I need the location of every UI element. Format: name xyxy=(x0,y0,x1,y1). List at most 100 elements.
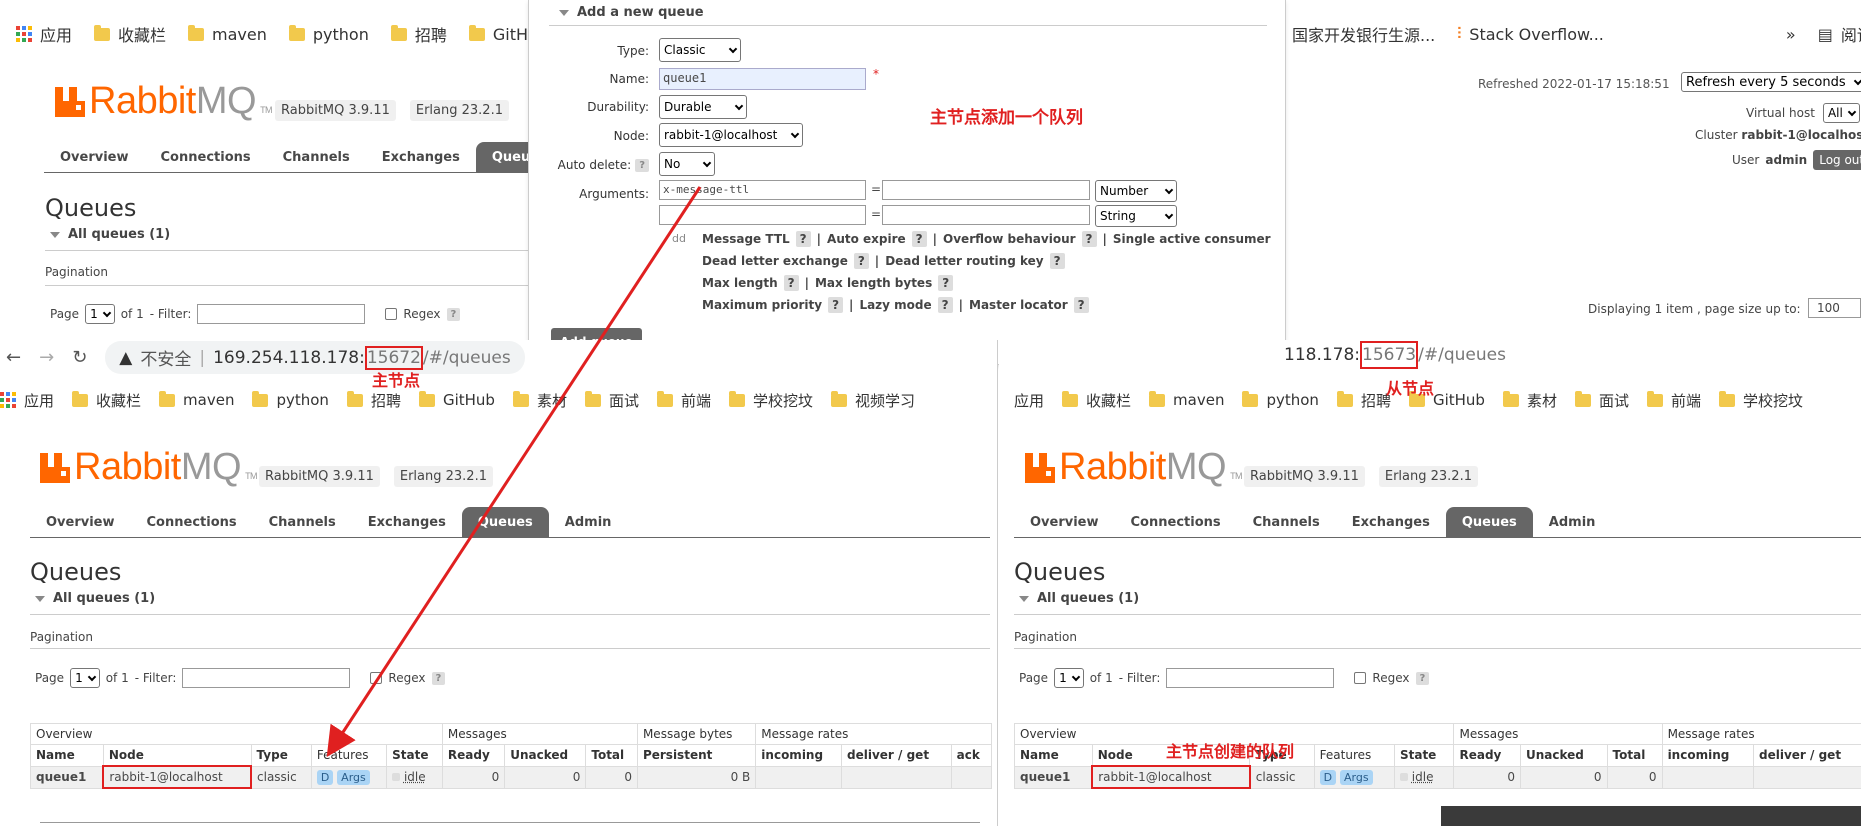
bookmark-apps[interactable]: 应用 xyxy=(0,390,54,411)
tab-overview[interactable]: Overview xyxy=(30,507,131,537)
filter-input[interactable] xyxy=(197,304,366,324)
regex-help-icon[interactable]: ? xyxy=(446,307,461,321)
col-deliver-get[interactable]: deliver / get xyxy=(841,744,952,767)
forward-icon[interactable]: → xyxy=(39,347,54,368)
argument-key-input-1[interactable]: x-message-ttl xyxy=(659,180,866,200)
option-master-locator[interactable]: Master locator xyxy=(969,298,1068,312)
bookmark-maven[interactable]: maven xyxy=(188,24,267,44)
tab-queues[interactable]: Queues xyxy=(461,507,549,537)
node-select[interactable]: rabbit-1@localhost xyxy=(659,123,803,147)
help-icon[interactable]: ? xyxy=(1073,297,1089,313)
regex-help-icon[interactable]: ? xyxy=(1415,671,1430,685)
tab-connections[interactable]: Connections xyxy=(1115,507,1237,537)
argument-type-select-2[interactable]: String xyxy=(1095,205,1177,227)
auto-delete-help-icon[interactable]: ? xyxy=(635,158,649,172)
type-select[interactable]: Classic xyxy=(659,38,741,62)
col-unacked[interactable]: Unacked xyxy=(1519,744,1608,767)
col-features[interactable]: Features xyxy=(310,744,388,767)
left-url-field[interactable]: ▲ 不安全 | 169.254.118.178: 15672/#/queues xyxy=(105,341,525,374)
top-all-queues-toggle[interactable]: All queues (1) xyxy=(50,227,170,242)
col-name[interactable]: Name xyxy=(1014,744,1093,767)
page-select[interactable]: 1 xyxy=(70,668,100,688)
queue-name-link[interactable]: queue1 xyxy=(1014,765,1093,789)
bookmark-python[interactable]: python xyxy=(288,24,369,44)
col-incoming[interactable]: incoming xyxy=(1661,744,1755,767)
col-node[interactable]: Node xyxy=(102,744,252,767)
regex-checkbox[interactable] xyxy=(370,672,383,684)
option-auto-expire[interactable]: Auto expire xyxy=(827,232,906,246)
bookmark-assets[interactable]: 素材 xyxy=(512,390,567,411)
bookmark-school[interactable]: 学校挖坟 xyxy=(1718,390,1803,411)
feature-args-badge[interactable]: Args xyxy=(337,769,370,785)
reading-list[interactable]: ▤阅读 xyxy=(1818,22,1861,46)
option-single-active-consumer[interactable]: Single active consumer xyxy=(1113,232,1271,246)
bookmark-video[interactable]: 视频学习 xyxy=(831,390,915,411)
bookmark-apps[interactable]: 应用 xyxy=(16,22,72,46)
bookmark-assets[interactable]: 素材 xyxy=(1502,390,1557,411)
reload-icon[interactable]: ↻ xyxy=(72,347,87,368)
col-unacked[interactable]: Unacked xyxy=(504,744,587,767)
feature-args-badge[interactable]: Args xyxy=(1339,769,1373,785)
option-overflow-behaviour[interactable]: Overflow behaviour xyxy=(943,232,1076,246)
refresh-select[interactable]: Refresh every 5 seconds xyxy=(1681,72,1861,92)
col-ready[interactable]: Ready xyxy=(1453,744,1521,767)
help-icon[interactable]: ? xyxy=(1049,253,1065,269)
bookmark-maven[interactable]: maven xyxy=(159,390,234,409)
page-select[interactable]: 1 xyxy=(1054,668,1084,688)
tab-queues[interactable]: Queues xyxy=(1445,507,1533,537)
bookmark-frontend[interactable]: 前端 xyxy=(1646,390,1701,411)
logout-button[interactable]: Log out xyxy=(1813,150,1861,170)
tab-channels[interactable]: Channels xyxy=(253,507,352,537)
filter-input[interactable] xyxy=(182,668,351,688)
col-ack[interactable]: ack xyxy=(950,744,993,767)
bookmark-github[interactable]: GitHub xyxy=(418,390,495,409)
bookmark-interview[interactable]: 面试 xyxy=(1574,390,1629,411)
back-icon[interactable]: ← xyxy=(6,347,21,368)
tab-admin[interactable]: Admin xyxy=(1533,507,1612,537)
tab-channels[interactable]: Channels xyxy=(267,142,366,172)
option-dead-letter-exchange[interactable]: Dead letter exchange xyxy=(702,254,848,268)
tab-overview[interactable]: Overview xyxy=(1014,507,1115,537)
argument-value-input-1[interactable] xyxy=(882,180,1090,200)
col-state[interactable]: State xyxy=(386,744,443,767)
auto-delete-select[interactable]: No xyxy=(659,152,715,176)
regex-help-icon[interactable]: ? xyxy=(431,671,446,685)
help-icon[interactable]: ? xyxy=(853,253,869,269)
col-state[interactable]: State xyxy=(1393,744,1455,767)
argument-type-select-1[interactable]: Number xyxy=(1095,180,1177,202)
durability-select[interactable]: Durable xyxy=(659,95,747,119)
bookmark-stackoverflow[interactable]: ⫶ Stack Overflow... xyxy=(1457,24,1604,44)
table-row[interactable]: queue1 rabbit-1@localhost classic D Args… xyxy=(1014,765,1861,789)
bookmark-favorites[interactable]: 收藏栏 xyxy=(72,390,141,411)
bookmark-interview[interactable]: 面试 xyxy=(584,390,639,411)
col-name[interactable]: Name xyxy=(30,744,104,767)
bookmark-favorites[interactable]: 收藏栏 xyxy=(1062,390,1131,411)
col-deliver-get[interactable]: deliver / get xyxy=(1753,744,1861,767)
tab-admin[interactable]: Admin xyxy=(549,507,628,537)
option-dead-letter-routing-key[interactable]: Dead letter routing key xyxy=(885,254,1043,268)
bookmark-jobs[interactable]: 招聘 xyxy=(390,22,447,46)
tab-exchanges[interactable]: Exchanges xyxy=(1336,507,1446,537)
argument-key-input-2[interactable] xyxy=(659,205,866,225)
tab-exchanges[interactable]: Exchanges xyxy=(366,142,476,172)
col-incoming[interactable]: incoming xyxy=(755,744,843,767)
col-type[interactable]: Type xyxy=(250,744,312,767)
page-size-input[interactable]: 100 xyxy=(1808,298,1861,318)
more-bookmarks-icon[interactable]: » xyxy=(1786,25,1796,44)
tab-channels[interactable]: Channels xyxy=(1237,507,1336,537)
filter-input[interactable] xyxy=(1166,668,1335,688)
bookmark-maven[interactable]: maven xyxy=(1149,390,1224,409)
bookmark-frontend[interactable]: 前端 xyxy=(656,390,711,411)
tab-exchanges[interactable]: Exchanges xyxy=(352,507,462,537)
regex-checkbox[interactable] xyxy=(385,308,398,320)
tab-connections[interactable]: Connections xyxy=(145,142,267,172)
bookmark-favorites[interactable]: 收藏栏 xyxy=(94,22,166,46)
option-maximum-priority[interactable]: Maximum priority xyxy=(702,298,822,312)
option-message-ttl[interactable]: Message TTL xyxy=(702,232,790,246)
option-max-length-bytes[interactable]: Max length bytes xyxy=(815,276,932,290)
bookmark-jobs[interactable]: 招聘 xyxy=(1336,390,1391,411)
help-icon[interactable]: ? xyxy=(937,297,953,313)
argument-value-input-2[interactable] xyxy=(882,205,1090,225)
help-icon[interactable]: ? xyxy=(783,275,799,291)
regex-checkbox[interactable] xyxy=(1354,672,1367,684)
